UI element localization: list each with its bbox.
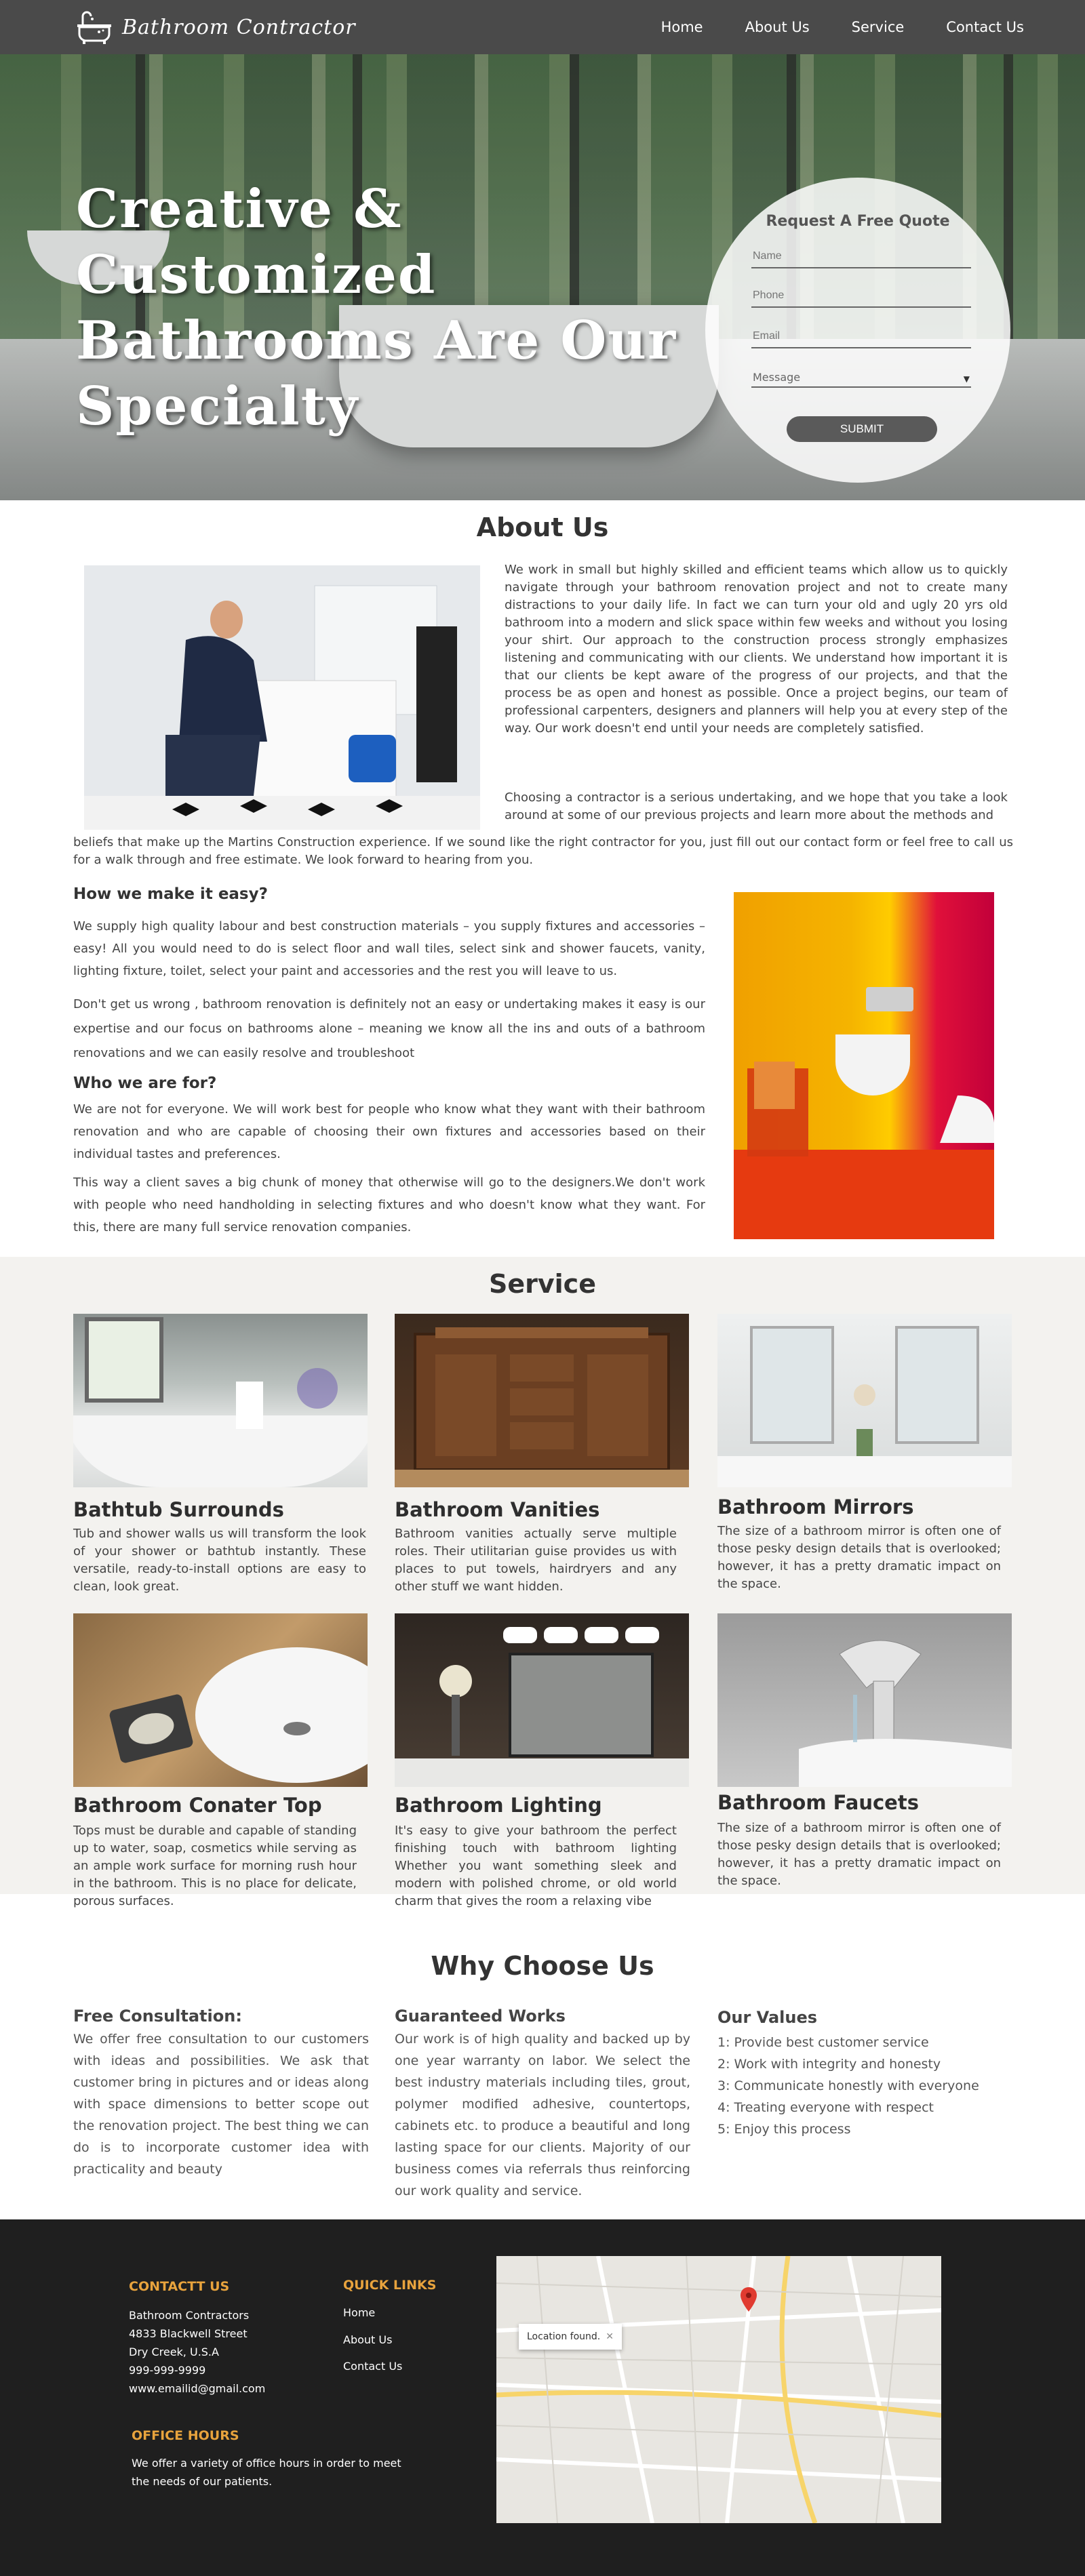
about-paragraph-1: We work in small but highly skilled and … — [505, 563, 1008, 736]
message-select[interactable]: Message ▼ — [751, 365, 971, 388]
about-paragraph-2: Choosing a contractor is a serious under… — [505, 790, 1008, 822]
nav-link-about[interactable]: About Us — [745, 19, 810, 35]
guaranteed-works-text: Our work is of high quality and backed u… — [395, 2032, 690, 2198]
contact-heading: CONTACTT US — [129, 2279, 230, 2294]
toilet-photo — [734, 892, 994, 1239]
free-consultation-text: We offer free consultation to our custom… — [73, 2032, 369, 2177]
plumber-photo — [84, 565, 480, 830]
brand-logo[interactable]: Bathroom Contractor — [73, 9, 356, 45]
nav-link-service[interactable]: Service — [852, 19, 905, 35]
dropdown-arrow-icon: ▼ — [963, 374, 970, 384]
values-list: 1: Provide best customer service 2: Work… — [717, 2032, 979, 2140]
service-title-mirrors: Bathroom Mirrors — [717, 1495, 914, 1518]
service-title: Service — [489, 1269, 596, 1299]
value-item: 5: Enjoy this process — [717, 2122, 851, 2137]
lighting-illustration — [395, 1627, 689, 1787]
nav-link-home[interactable]: Home — [661, 19, 703, 35]
footer-link-about[interactable]: About Us — [343, 2333, 392, 2346]
footer-link-home[interactable]: Home — [343, 2306, 375, 2319]
value-item: 1: Provide best customer service — [717, 2035, 929, 2050]
vanity-illustration — [395, 1327, 689, 1487]
mirror-illustration — [717, 1326, 1012, 1487]
service-section: Service Bathtub Surrounds Tub and shower… — [0, 1257, 1085, 1908]
hero-title: Creative & Customized Bathrooms Are Our … — [76, 178, 677, 437]
counter-top-photo — [73, 1613, 368, 1787]
quote-form: Request A Free Quote Message ▼ SUBMIT — [705, 178, 1010, 483]
map-pin-icon[interactable] — [741, 2287, 757, 2312]
service-title-bathtub: Bathtub Surrounds — [73, 1498, 284, 1521]
map-tooltip: Location found. ✕ — [519, 2324, 622, 2350]
contact-company: Bathroom Contractors — [129, 2309, 250, 2322]
value-item: 2: Work with integrity and honesty — [717, 2057, 941, 2072]
bathroom-faucets-photo — [717, 1613, 1012, 1787]
service-text-mirrors: The size of a bathroom mirror is often o… — [717, 1524, 1001, 1591]
quote-form-title: Request A Free Quote — [766, 213, 950, 230]
bathroom-lighting-photo — [395, 1613, 689, 1787]
nav-menu: Home About Us Service Contact Us — [619, 0, 1024, 54]
contact-phone[interactable]: 999-999-9999 — [129, 2361, 205, 2379]
office-hours-heading: OFFICE HOURS — [132, 2428, 239, 2443]
contact-street: 4833 Blackwell Street — [129, 2327, 248, 2340]
who-paragraph-1: We are not for everyone. We will work be… — [73, 1102, 705, 1161]
message-select-label: Message — [753, 371, 801, 384]
location-map[interactable]: Location found. ✕ — [496, 2256, 941, 2523]
map-tooltip-text: Location found. — [527, 2331, 601, 2342]
phone-field[interactable] — [751, 285, 971, 308]
service-title-vanities: Bathroom Vanities — [395, 1498, 600, 1521]
bathtub-illustration — [73, 1317, 368, 1487]
close-icon[interactable]: ✕ — [606, 2331, 614, 2342]
about-title: About Us — [476, 512, 609, 542]
service-title-lighting: Bathroom Lighting — [395, 1794, 602, 1817]
free-consultation-title: Free Consultation: — [73, 2007, 242, 2026]
contact-email[interactable]: www.emailid@gmail.com — [129, 2379, 265, 2398]
how-paragraph-1: We supply high quality labour and best c… — [73, 919, 705, 978]
bathroom-vanities-photo — [395, 1314, 689, 1487]
faucet-illustration — [799, 1640, 1012, 1787]
quick-links-heading: QUICK LINKS — [343, 2278, 437, 2293]
brand-name: Bathroom Contractor — [122, 15, 356, 39]
top-nav: Bathroom Contractor Home About Us Servic… — [0, 0, 1085, 54]
office-hours-text: We offer a variety of office hours in or… — [132, 2457, 401, 2488]
who-paragraph-2: This way a client saves a big chunk of m… — [73, 1175, 705, 1234]
bathroom-mirrors-photo — [717, 1314, 1012, 1487]
bathtub-logo-icon — [77, 11, 111, 44]
value-item: 3: Communicate honestly with everyone — [717, 2078, 979, 2093]
contact-city: Dry Creek, U.S.A — [129, 2346, 219, 2358]
bathtub-surrounds-photo — [73, 1314, 368, 1487]
about-paragraph-2-continued: beliefs that make up the Martins Constru… — [73, 835, 1013, 867]
service-text-faucets: The size of a bathroom mirror is often o… — [717, 1821, 1001, 1888]
value-item: 4: Treating everyone with respect — [717, 2100, 934, 2115]
map-roads — [496, 2256, 941, 2523]
email-field[interactable] — [751, 325, 971, 348]
service-title-faucets: Bathroom Faucets — [717, 1791, 919, 1814]
how-paragraph-2: Don't get us wrong , bathroom renovation… — [73, 997, 705, 1060]
service-title-counter: Bathroom Conater Top — [73, 1794, 322, 1817]
footer-link-contact[interactable]: Contact Us — [343, 2360, 402, 2373]
service-text-vanities: Bathroom vanities actually serve multipl… — [395, 1527, 677, 1594]
service-text-lighting: It's easy to give your bathroom the perf… — [395, 1824, 677, 1908]
plumber-illustration — [84, 565, 480, 830]
guaranteed-works-title: Guaranteed Works — [395, 2007, 566, 2026]
toilet-illustration — [734, 987, 994, 1239]
name-field[interactable] — [751, 245, 971, 268]
how-title: How we make it easy? — [73, 885, 268, 903]
nav-link-contact[interactable]: Contact Us — [946, 19, 1024, 35]
why-title: Why Choose Us — [431, 1951, 654, 1981]
counter-illustration — [109, 1647, 368, 1783]
our-values-title: Our Values — [717, 2008, 818, 2027]
service-text-bathtub: Tub and shower walls us will transform t… — [73, 1527, 366, 1594]
who-title: Who we are for? — [73, 1074, 217, 1092]
hero-banner: Creative & Customized Bathrooms Are Our … — [0, 54, 1085, 500]
submit-button[interactable]: SUBMIT — [787, 416, 937, 442]
service-text-counter: Tops must be durable and capable of stan… — [73, 1824, 357, 1908]
